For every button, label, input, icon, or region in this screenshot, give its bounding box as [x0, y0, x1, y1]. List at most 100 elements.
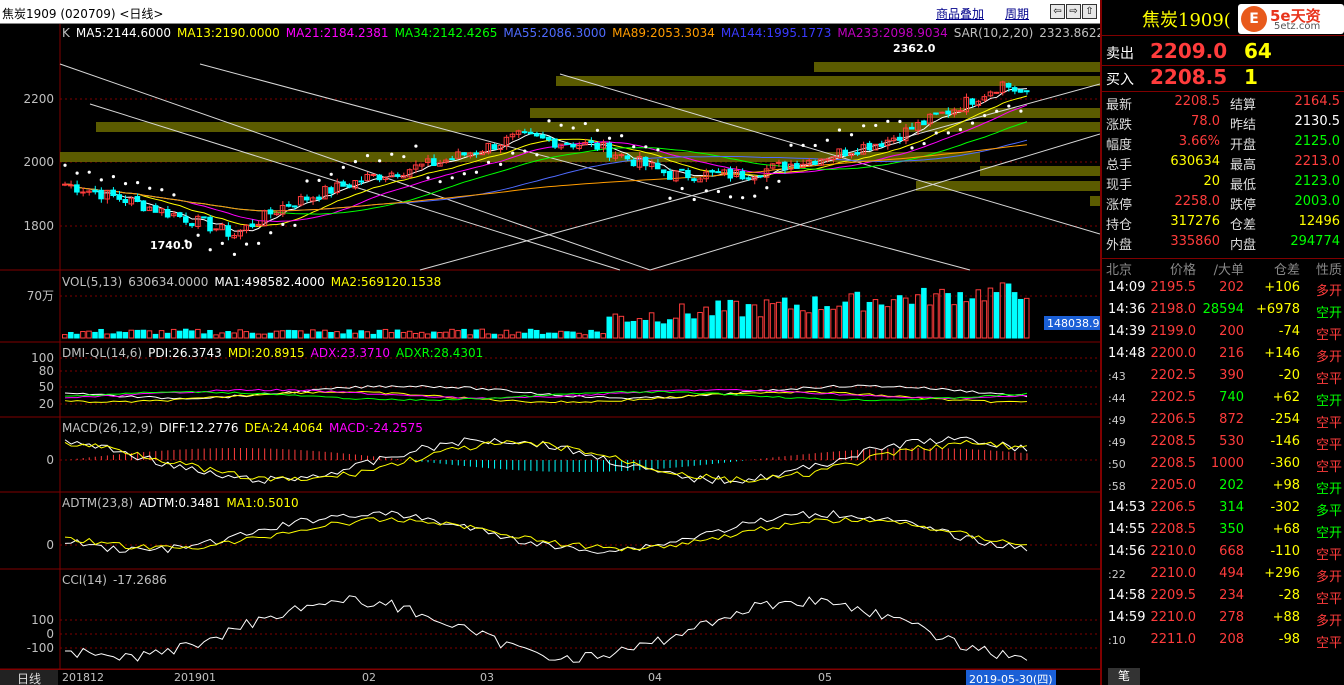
volume-bar	[884, 306, 891, 339]
legend-item: MA34:2142.4265	[394, 26, 498, 40]
overlay-commodity-button[interactable]: 商品叠加	[936, 5, 984, 22]
sar-dot	[728, 195, 733, 199]
site-logo: E 5e天资 5etz.com	[1238, 4, 1344, 34]
volume-bar	[606, 316, 613, 339]
volume-bar	[866, 301, 873, 339]
candle-body	[546, 136, 552, 141]
volume-bar	[201, 333, 207, 339]
sar-dot	[365, 153, 370, 158]
x-label: 05	[818, 671, 832, 684]
candle-body	[660, 169, 667, 174]
tick-row[interactable]: :10 2211.0 208 -98 空平	[1102, 629, 1344, 651]
tick-row[interactable]: :50 2208.5 1000 -360 空平	[1102, 453, 1344, 475]
tick-head-nature: 性质	[1315, 263, 1342, 278]
kline-legend: K MA5:2144.6000 MA13:2190.0000 MA21:2184.23…	[62, 26, 1199, 40]
sell-price: 2209.0	[1150, 39, 1228, 63]
volume-bar	[122, 332, 129, 339]
sar-dot	[1019, 109, 1023, 113]
tick-price: 2210.0	[1150, 566, 1197, 581]
volume-bar	[116, 331, 122, 339]
tick-tab[interactable]: 笔	[1108, 668, 1140, 685]
sar-dot	[632, 145, 636, 149]
candle-body	[685, 169, 691, 179]
period-button[interactable]: 周期	[1005, 5, 1029, 22]
volume-bar	[975, 289, 982, 339]
legend-item: MA144:1995.1773	[720, 26, 832, 40]
left-arrow-icon[interactable]: ⇦	[1050, 4, 1065, 19]
tick-price: 2200.0	[1150, 346, 1197, 361]
stat-item: 仓差 12496	[1230, 212, 1340, 233]
candle-body	[709, 170, 715, 173]
sar-dot	[995, 109, 999, 113]
volume-bar	[993, 292, 1000, 339]
x-label: 04	[648, 671, 662, 684]
legend-item: MA1:0.5010	[226, 496, 299, 510]
volume-bar	[836, 305, 842, 339]
sar-dot	[232, 252, 237, 256]
stat-label: 结算	[1230, 98, 1257, 113]
sar-dot	[922, 141, 926, 146]
volume-bar	[1017, 298, 1024, 339]
tick-row[interactable]: 14:55 2208.5 350 +68 空开	[1102, 519, 1344, 541]
volume-bar	[667, 319, 673, 339]
macd-y-tick: 0	[46, 453, 54, 467]
volume-bar	[164, 332, 171, 339]
volume-bar	[775, 301, 782, 339]
tick-row[interactable]: 14:56 2210.0 668 -110 空平	[1102, 541, 1344, 563]
volume-bar	[176, 330, 183, 339]
volume-bar	[872, 299, 879, 339]
tick-price: 2206.5	[1150, 412, 1197, 427]
chart-area[interactable]: 2200 2000 1800 70万 100 80 50 20 0 0 100 0 -100 2362.0…	[0, 24, 1193, 669]
tick-head-price: 价格	[1169, 263, 1196, 278]
volume-bar	[503, 329, 510, 339]
volume-bar	[449, 328, 455, 339]
tick-row[interactable]: :49 2208.5 530 -146 空平	[1102, 431, 1344, 453]
tick-row[interactable]: :43 2202.5 390 -20 空平	[1102, 365, 1344, 387]
tick-row[interactable]: 14:39 2199.0 200 -74 空平	[1102, 321, 1344, 343]
candle-body	[80, 191, 86, 194]
tick-row[interactable]: :22 2210.0 494 +296 多开	[1102, 563, 1344, 585]
volume-bar	[939, 288, 945, 339]
volume-bar	[570, 331, 576, 339]
candle-body	[552, 138, 558, 148]
tick-row[interactable]: 14:48 2200.0 216 +146 多开	[1102, 343, 1344, 365]
stat-value: 20	[1203, 174, 1220, 189]
daily-tab[interactable]: 日线	[0, 670, 58, 685]
tick-row[interactable]: :58 2205.0 202 +98 空开	[1102, 475, 1344, 497]
tick-diff: -254	[1270, 412, 1300, 427]
tick-nature: 空平	[1315, 592, 1342, 607]
up-down-icon[interactable]: ⇧	[1082, 4, 1097, 19]
sar-dot	[63, 163, 67, 167]
volume-bar	[642, 319, 649, 339]
logo-icon: E	[1241, 6, 1267, 32]
volume-bar	[527, 328, 534, 339]
candle-body	[140, 200, 147, 212]
candle-body	[249, 223, 256, 228]
volume-bar	[376, 329, 383, 339]
stat-item: 开盘 2125.0	[1230, 132, 1341, 153]
stat-label: 开盘	[1230, 138, 1257, 153]
volume-bar	[957, 292, 963, 339]
tick-row[interactable]: :49 2206.5 872 -254 空平	[1102, 409, 1344, 431]
tick-row[interactable]: 14:59 2210.0 278 +88 多开	[1102, 607, 1344, 629]
tick-volume: 668	[1219, 544, 1244, 559]
tick-row[interactable]: 14:36 2198.0 28594 +6978 空开	[1102, 299, 1344, 321]
volume-bar	[189, 330, 195, 339]
tick-row[interactable]: :44 2202.5 740 +62 空开	[1102, 387, 1344, 409]
stat-item: 外盘 335860	[1106, 232, 1220, 253]
tick-row[interactable]: 14:09 2195.5 202 +106 多开	[1102, 277, 1344, 299]
candle-body	[346, 184, 352, 188]
tick-diff: -302	[1270, 500, 1300, 515]
volume-bar	[255, 333, 262, 339]
tick-row[interactable]: 14:58 2209.5 234 -28 空平	[1102, 585, 1344, 607]
tick-volume: 740	[1219, 390, 1244, 405]
volume-bar	[213, 334, 219, 339]
sar-dot	[390, 152, 394, 156]
tick-diff: -110	[1270, 544, 1300, 559]
tick-row[interactable]: 14:53 2206.5 314 -302 多平	[1102, 497, 1344, 519]
volume-bar	[310, 329, 316, 339]
volume-bar	[896, 295, 903, 339]
stat-value: 2125.0	[1294, 134, 1341, 149]
right-arrow-icon[interactable]: ⇨	[1066, 4, 1081, 19]
candle-body	[691, 178, 697, 182]
